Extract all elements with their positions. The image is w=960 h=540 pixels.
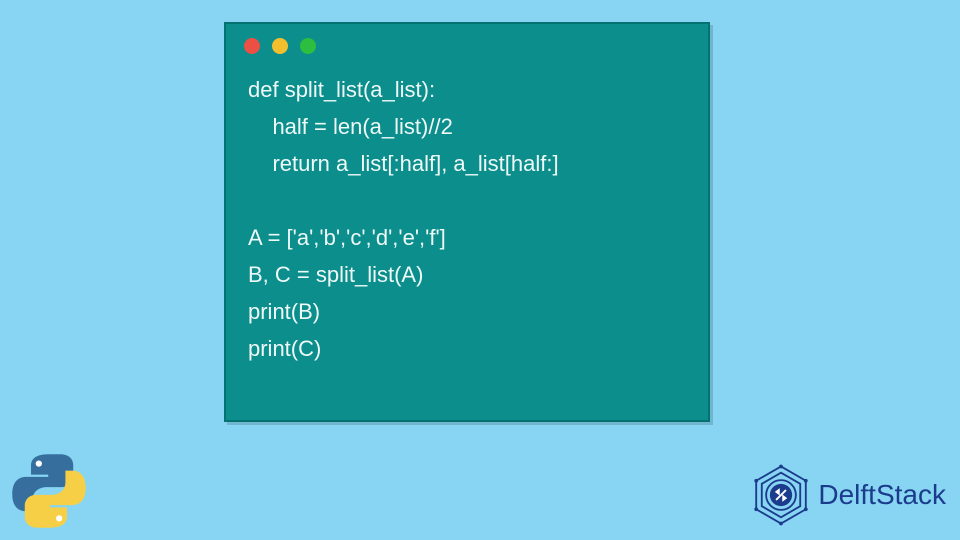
code-line: print(B) — [248, 299, 320, 324]
code-line: print(C) — [248, 336, 321, 361]
close-dot-icon — [244, 38, 260, 54]
delftstack-brand: DelftStack — [750, 464, 946, 526]
window-controls — [226, 24, 708, 62]
minimize-dot-icon — [272, 38, 288, 54]
code-line: return a_list[:half], a_list[half:] — [248, 151, 559, 176]
code-line: def split_list(a_list): — [248, 77, 435, 102]
code-line: B, C = split_list(A) — [248, 262, 423, 287]
code-line: half = len(a_list)//2 — [248, 114, 453, 139]
code-line: A = ['a','b','c','d','e','f'] — [248, 225, 446, 250]
delftstack-brand-name: DelftStack — [818, 479, 946, 511]
code-window: def split_list(a_list): half = len(a_lis… — [224, 22, 710, 422]
python-logo-icon — [6, 448, 92, 534]
maximize-dot-icon — [300, 38, 316, 54]
delftstack-logo-icon — [750, 464, 812, 526]
code-content: def split_list(a_list): half = len(a_lis… — [226, 62, 708, 386]
